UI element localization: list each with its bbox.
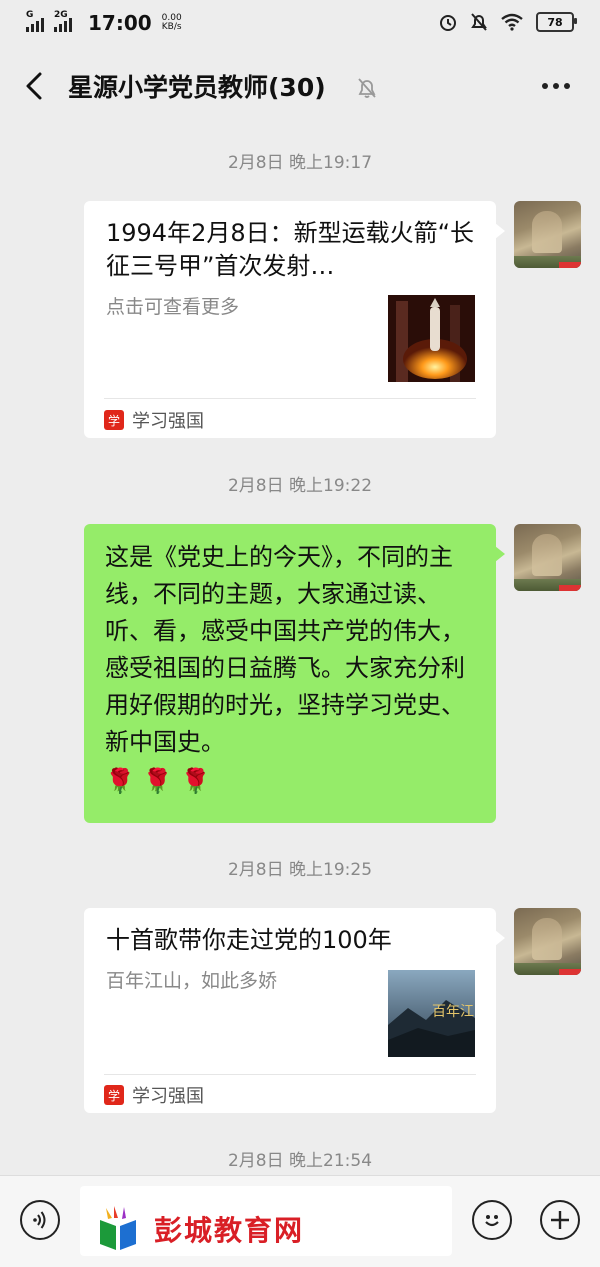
thumb-caption: 百年江山: [432, 1004, 475, 1020]
battery-indicator: 78: [536, 12, 577, 32]
signal-icon: G: [26, 10, 48, 32]
rose-emoji: 🌹🌹🌹: [105, 767, 219, 795]
timestamp: 2月8日 晚上19:22: [227, 476, 373, 496]
avatar[interactable]: [514, 524, 581, 591]
voice-icon[interactable]: [20, 1200, 60, 1240]
rocket-launch-thumbnail: [388, 295, 475, 382]
text-message-bubble[interactable]: 这是《党史上的今天》，不同的主线，不同的主题，大家通过读、听、看，感受中国共产党…: [84, 524, 505, 823]
bell-mute-icon: [358, 78, 376, 98]
timestamp: 2月8日 晚上19:17: [227, 153, 373, 173]
link-card[interactable]: 十首歌带你走过党的100年 百年江山，如此多娇 百年江山 学 学习强国: [84, 908, 505, 1113]
card-title: 1994年2月8日：新型运载火箭“长征三号甲”首次发射…: [106, 219, 475, 280]
speed-unit: KB/s: [161, 22, 182, 32]
xuexi-qiangguo-icon: 学: [104, 410, 124, 430]
timestamp: 2月8日 晚上21:54: [227, 1151, 373, 1171]
chat-header: 星源小学党员教师(30): [0, 46, 600, 128]
back-chevron-icon[interactable]: [18, 68, 54, 104]
xuexi-qiangguo-icon: 学: [104, 1085, 124, 1105]
watermark-logo-icon: [100, 1206, 136, 1250]
avatar[interactable]: [514, 201, 581, 268]
mountain-river-thumbnail: 百年江山: [388, 970, 475, 1057]
watermark-text: 彭城教育网: [154, 1214, 305, 1247]
card-description: 点击可查看更多: [106, 296, 240, 318]
plus-icon[interactable]: [540, 1200, 580, 1240]
input-toolbar: 彭城教育网: [0, 1175, 600, 1267]
card-description: 百年江山，如此多娇: [106, 970, 278, 992]
signal-icon-2g: 2G: [54, 10, 76, 32]
link-card[interactable]: 1994年2月8日：新型运载火箭“长征三号甲”首次发射… 点击可查看更多 学 学…: [84, 201, 505, 438]
source-name: 学习强国: [132, 411, 204, 432]
alarm-icon: [440, 15, 456, 31]
message-text: 这是《党史上的今天》，不同的主线，不同的主题，大家通过读、听、看，感受中国共产党…: [105, 539, 485, 800]
wifi-icon: [501, 13, 523, 31]
notification-off-icon: [471, 13, 487, 31]
status-bar: G 2G 17:00 0.00 KB/s 78: [0, 0, 600, 46]
emoji-icon[interactable]: [472, 1200, 512, 1240]
network-speed: 0.00 KB/s: [162, 14, 182, 32]
watermark: 彭城教育网: [96, 1206, 304, 1252]
card-source: 学 学习强国: [104, 407, 204, 433]
source-name: 学习强国: [132, 1086, 204, 1107]
card-title: 十首歌带你走过党的100年: [106, 926, 392, 954]
clock: 17:00: [88, 11, 152, 35]
more-dots-icon[interactable]: [542, 83, 570, 89]
card-source: 学 学习强国: [104, 1082, 204, 1108]
chat-title[interactable]: 星源小学党员教师(30): [68, 68, 326, 104]
timestamp: 2月8日 晚上19:25: [227, 860, 373, 880]
avatar[interactable]: [514, 908, 581, 975]
